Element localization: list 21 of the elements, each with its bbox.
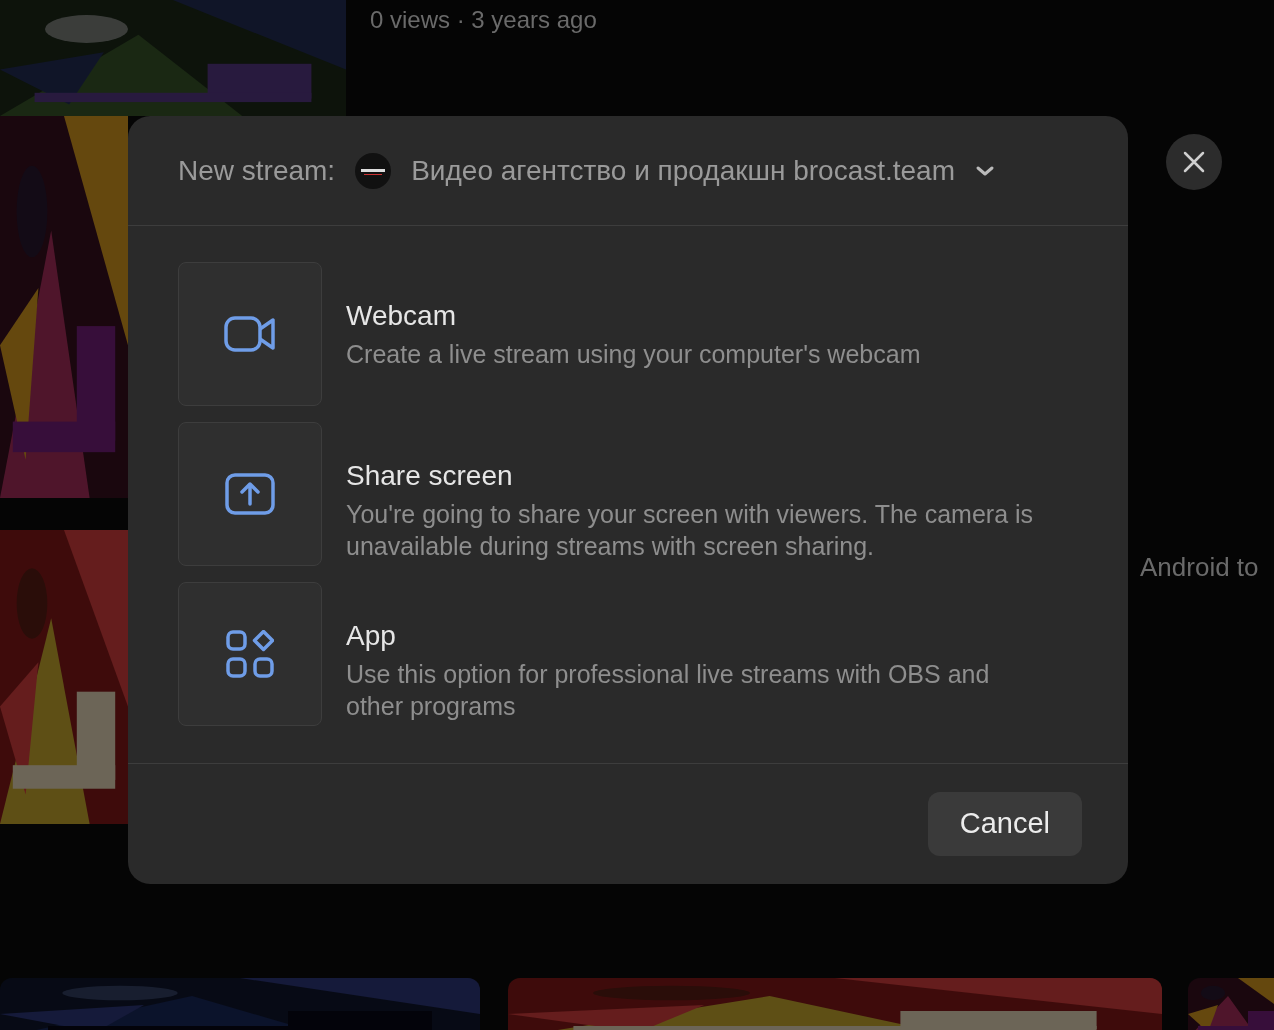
- cancel-button[interactable]: Cancel: [927, 792, 1082, 856]
- video-title: Android to: [1140, 551, 1259, 584]
- dialog-title: New stream:: [178, 153, 336, 188]
- option-tile[interactable]: [178, 422, 322, 566]
- option-tile[interactable]: [178, 262, 322, 406]
- option-title: Webcam: [346, 299, 457, 333]
- option-tile[interactable]: [178, 582, 322, 726]
- channel-selector[interactable]: Видео агентство и продакшн brocast.team: [355, 149, 995, 192]
- option-description: Create a live stream using your computer's webcam: [346, 339, 921, 370]
- channel-avatar: [355, 152, 392, 189]
- upload-icon: [225, 473, 275, 515]
- video-camera-icon: [224, 315, 276, 353]
- option-description: Use this option for professional live streams with OBS and other programs: [346, 659, 991, 722]
- option-description: You're going to share your screen with viewers. The camera is unavailable during streams with screen sharing.: [346, 499, 1035, 562]
- option-title: App: [346, 619, 397, 653]
- chevron-down-icon: [975, 164, 995, 177]
- video-meta: 0 views · 3 years ago: [370, 5, 597, 35]
- option-title: Share screen: [346, 459, 514, 493]
- close-icon: [1183, 151, 1205, 173]
- close-button[interactable]: [1166, 134, 1222, 190]
- apps-icon: [226, 630, 274, 678]
